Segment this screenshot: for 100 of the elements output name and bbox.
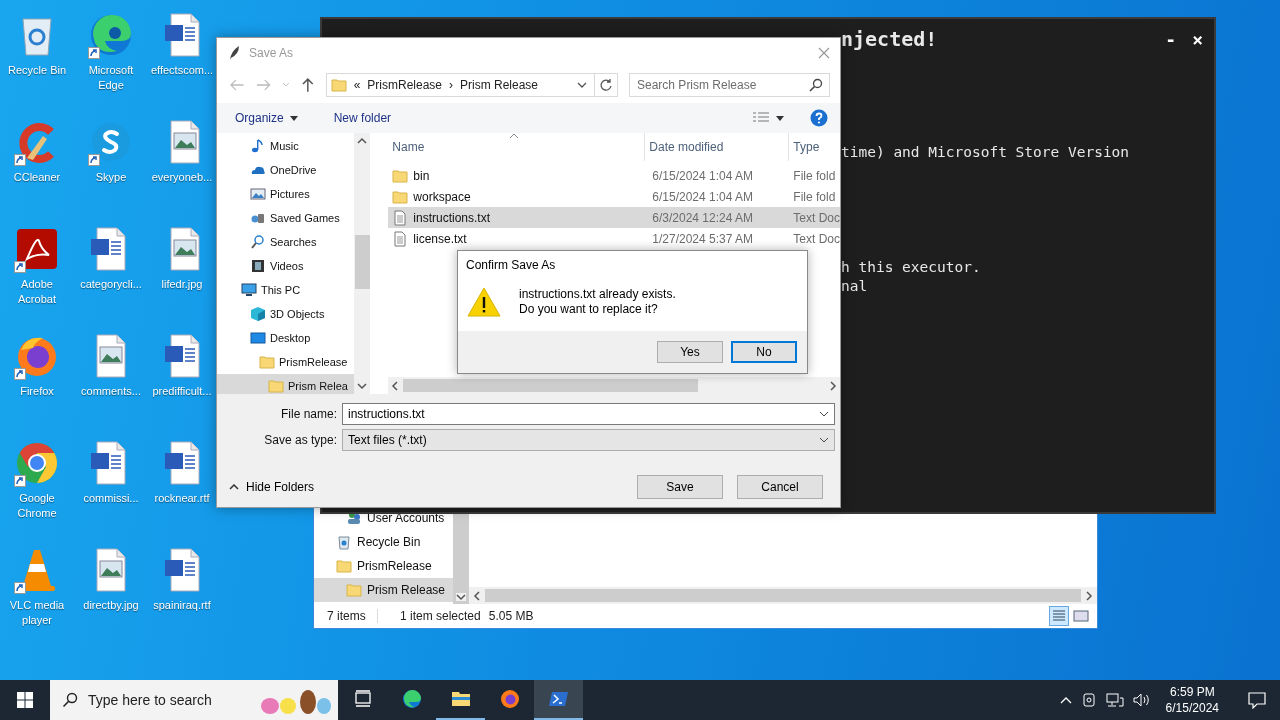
file-date: 6/3/2024 12:24 AM <box>651 210 755 225</box>
file-type: File fold <box>792 189 837 204</box>
breadcrumb-item[interactable]: Prism Release <box>460 78 539 92</box>
file-date: 6/15/2024 1:04 AM <box>651 189 755 204</box>
icon-label: Adobe Acrobat <box>17 277 57 307</box>
file-row[interactable]: workspace 6/15/2024 1:04 AM File fold <box>388 186 840 207</box>
nav-item[interactable]: 3D Objects <box>217 302 355 326</box>
close-button[interactable]: × <box>1187 28 1208 50</box>
dialog-message: Do you want to replace it? <box>519 302 659 317</box>
cancel-button[interactable]: Cancel <box>737 475 823 499</box>
console-title: njected! <box>841 27 938 51</box>
hide-folders-button[interactable]: Hide Folders <box>229 480 315 494</box>
icon-label: VLC media player <box>8 598 66 628</box>
folder-icon <box>392 188 409 205</box>
taskbar-search-field[interactable]: Type here to search <box>50 680 338 720</box>
nav-item[interactable]: Desktop <box>217 326 355 350</box>
volume-icon[interactable] <box>1132 692 1151 708</box>
nav-item[interactable]: Pictures <box>217 182 355 206</box>
breadcrumb-item[interactable]: PrismRelease <box>367 78 442 92</box>
column-header[interactable]: Date modified <box>645 133 790 161</box>
folder-icon <box>330 77 347 93</box>
scroll-thumb[interactable] <box>403 379 699 392</box>
scroll-left-icon[interactable] <box>473 590 481 601</box>
nav-item[interactable]: PrismRelease <box>217 350 355 374</box>
chevron-up-icon[interactable] <box>1059 696 1072 704</box>
search-icon <box>62 692 78 708</box>
file-date: 1/27/2024 5:37 AM <box>651 231 755 246</box>
scroll-right-icon[interactable] <box>829 380 837 391</box>
scroll-thumb[interactable] <box>354 235 370 289</box>
network-icon[interactable] <box>1105 692 1124 708</box>
field-label: File name: <box>279 407 338 421</box>
windows-logo-icon[interactable] <box>17 692 33 708</box>
scroll-left-icon[interactable] <box>391 380 400 391</box>
cube-icon <box>250 306 266 322</box>
scrollbar[interactable] <box>388 377 840 394</box>
icon-label: Skype <box>95 170 127 185</box>
icon-label: predifficult... <box>152 384 212 399</box>
picture-icon <box>250 186 266 202</box>
file-type-dropdown[interactable]: Text files (*.txt) <box>342 429 835 451</box>
device-icon[interactable] <box>1080 692 1097 708</box>
clock-date[interactable]: 6/15/2024 <box>1165 700 1219 716</box>
file-name: bin <box>388 167 646 184</box>
nav-item[interactable]: PrismRelease <box>314 554 453 578</box>
icon-label: Google Chrome <box>16 491 58 521</box>
file-date: 6/15/2024 1:04 AM <box>651 168 755 183</box>
up-arrow-icon[interactable] <box>301 77 315 93</box>
caret-icon <box>289 115 298 121</box>
search-icon <box>250 234 266 250</box>
nav-item[interactable]: OneDrive <box>217 158 355 182</box>
console-line: h this executor. <box>841 258 982 277</box>
scrollbar[interactable] <box>469 587 1097 604</box>
caret-icon[interactable] <box>577 81 587 89</box>
caret-icon[interactable] <box>776 115 784 121</box>
folder-icon <box>346 582 362 598</box>
nav-item[interactable]: This PC <box>217 278 355 302</box>
scroll-down-icon[interactable] <box>357 382 368 390</box>
folder-icon <box>392 167 409 184</box>
minimize-button[interactable]: - <box>1160 28 1182 50</box>
file-name: license.txt <box>388 230 646 247</box>
scroll-up-icon[interactable] <box>357 137 368 145</box>
file-type: File fold <box>792 168 837 183</box>
organize-button[interactable]: Organize <box>227 111 306 125</box>
yes-button[interactable]: Yes <box>657 341 723 363</box>
help-icon[interactable] <box>810 109 828 127</box>
scroll-right-icon[interactable] <box>1085 590 1093 601</box>
nav-item[interactable]: Prism Release <box>314 578 453 602</box>
edge-icon <box>401 689 422 709</box>
caret-icon[interactable] <box>819 411 829 417</box>
nav-item[interactable]: Recycle Bin <box>314 530 453 554</box>
breadcrumb-item[interactable]: « <box>353 78 361 92</box>
address-bar[interactable]: « PrismRelease › Prism Release <box>325 73 618 97</box>
file-row[interactable]: bin 6/15/2024 1:04 AM File fold <box>388 165 840 186</box>
file-name-field[interactable]: instructions.txt <box>342 403 835 425</box>
music-note-icon <box>250 138 266 154</box>
scrollbar[interactable] <box>354 133 371 394</box>
column-header[interactable]: Type <box>789 133 840 161</box>
icon-label: lifedr.jpg <box>161 277 203 292</box>
taskbar-button[interactable] <box>534 680 583 720</box>
scroll-thumb[interactable] <box>485 589 1081 602</box>
file-row[interactable]: instructions.txt 6/3/2024 12:24 AM Text Doc <box>388 207 840 228</box>
no-button[interactable]: No <box>731 341 797 363</box>
folder-icon <box>259 354 275 370</box>
save-button[interactable]: Save <box>637 475 723 499</box>
nav-item[interactable]: Music <box>217 134 355 158</box>
clock-time[interactable]: 6:59 PM <box>1169 684 1215 700</box>
icon-label: Recycle Bin <box>7 63 67 78</box>
new-folder-button[interactable]: New folder <box>325 111 400 125</box>
nav-item[interactable]: Searches <box>217 230 355 254</box>
nav-item[interactable]: Videos <box>217 254 355 278</box>
file-row[interactable]: license.txt 1/27/2024 5:37 AM Text Doc <box>388 228 840 249</box>
scroll-down-icon[interactable] <box>456 593 466 601</box>
console-line: time) and Microsoft Store Version <box>841 143 1131 162</box>
notification-icon[interactable] <box>1248 691 1266 709</box>
column-header[interactable]: Name <box>388 133 646 161</box>
status-text: 7 items <box>327 609 378 623</box>
nav-item[interactable]: Saved Games <box>217 206 355 230</box>
caret-icon[interactable] <box>819 437 829 443</box>
search-field[interactable]: Search Prism Release <box>629 73 830 97</box>
nav-item[interactable]: Prism Relea <box>217 374 355 394</box>
close-icon[interactable] <box>818 46 830 59</box>
